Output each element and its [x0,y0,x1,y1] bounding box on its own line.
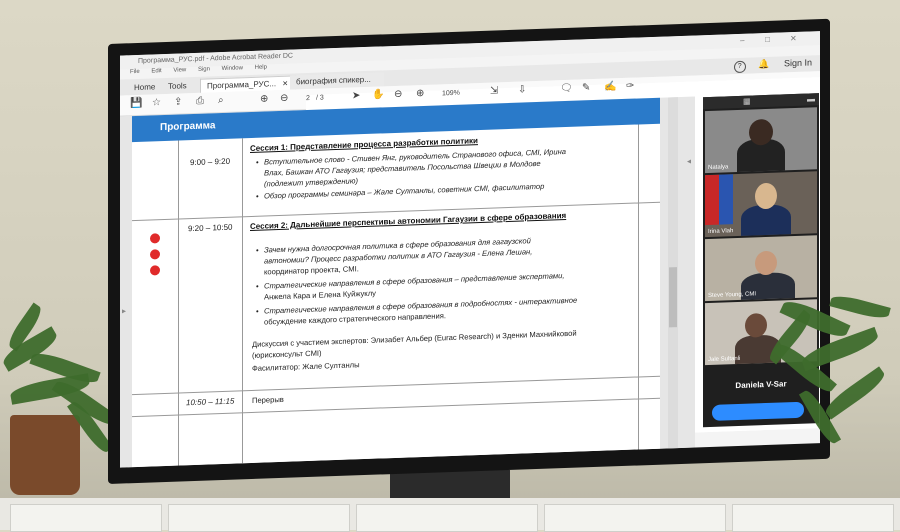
zoom-in-icon[interactable]: ⊕ [416,88,424,99]
table-line [178,140,179,466]
list-item-cont: координатор проекта, CMI. [264,264,359,277]
close-window-button[interactable]: ✕ [790,34,797,43]
tab-document-label: Программа_РУС... [207,79,277,91]
scrollbar-thumb[interactable] [669,267,677,328]
participant-name: Irina Vlah [708,228,734,236]
zoom-level[interactable]: 109% [442,90,460,98]
page-down-icon[interactable]: ⊖ [280,93,288,104]
session-1-time: 9:00 – 9:20 [190,156,231,168]
top-right-controls: ? 🔔 Sign In [733,57,812,74]
participant-name: Jale Sultanli [708,355,741,364]
discussion-line: Дискуссия с участием экспертов: Элизабет… [252,328,577,349]
red-dot-marker [150,233,160,244]
program-title: Программа [160,120,216,134]
comment-icon[interactable]: 🗨 [560,83,573,94]
search-icon[interactable]: ⌕ [218,95,224,106]
monitor: Программа_РУС.pdf - Adobe Acrobat Reader… [108,18,830,485]
minimize-panel-icon[interactable]: ▬ [807,94,815,103]
menu-view[interactable]: View [173,67,186,73]
tab-home[interactable]: Home [128,80,161,95]
scroll-mode-icon[interactable]: ⇩ [518,84,526,95]
maximize-button[interactable]: □ [765,35,770,44]
pdf-page: Программа 9:00 – 9:20 Сессия 1: Представ… [132,97,660,468]
table-line [132,375,660,396]
break-label: Перерыв [252,394,284,405]
page-up-icon[interactable]: ⊕ [260,93,268,104]
table-line [242,138,243,464]
sign-in-button[interactable]: Sign In [784,57,812,68]
participant-tile[interactable]: Natalya [705,107,817,174]
menu-sign[interactable]: Sign [198,66,210,72]
right-pane-toggle-icon[interactable]: ◂ [687,157,691,166]
red-dot-marker [150,249,160,260]
menu-help[interactable]: Help [255,64,267,70]
document-area: ▸ ◂ Программа 9:00 – 9:20 Сессия 1: Пред… [120,96,695,468]
participant-name: Natalya [708,164,729,172]
break-time: 10:50 – 11:15 [186,396,235,408]
vertical-scrollbar[interactable] [668,97,678,449]
left-pane-toggle-icon[interactable]: ▸ [122,306,126,315]
help-icon[interactable]: ? [733,60,746,74]
cabinet [0,498,900,532]
minimize-button[interactable]: – [740,36,744,45]
fill-sign-icon[interactable]: ✑ [626,81,634,92]
grid-view-icon[interactable]: ▦ [743,97,751,106]
print-icon[interactable]: ⎙ [196,96,204,107]
facilitator-line: Фасилитатор: Жале Султанлы [252,360,360,373]
select-cursor-icon[interactable]: ➤ [352,90,360,101]
upload-icon[interactable]: ⇪ [174,96,182,107]
highlight-icon[interactable]: ✎ [582,82,590,93]
zoom-out-icon[interactable]: ⊖ [394,89,402,100]
screen: Программа_РУС.pdf - Adobe Acrobat Reader… [120,31,820,468]
bell-icon[interactable]: 🔔 [758,59,769,69]
hand-tool-icon[interactable]: ✋ [372,89,384,100]
save-icon[interactable]: 💾 [130,98,142,109]
menu-file[interactable]: File [130,69,140,75]
menu-window[interactable]: Window [222,65,243,72]
fit-page-icon[interactable]: ⇲ [490,85,498,96]
discussion-line: (юрисконсульт CMI) [252,348,322,360]
plant-right [760,290,900,510]
tv-stand [390,470,510,500]
menu-edit[interactable]: Edit [151,68,161,74]
tab-close-icon[interactable]: ✕ [282,81,288,88]
session-2-time: 9:20 – 10:50 [188,222,233,234]
table-line [638,124,639,450]
draw-icon[interactable]: ✍ [604,81,616,92]
bookmark-star-icon[interactable]: ☆ [152,97,161,108]
window-title: Программа_РУС.pdf - Adobe Acrobat Reader… [138,52,293,65]
red-dot-marker [150,265,160,276]
list-item-cont: (подлежит утверждению) [264,176,358,189]
tab-tools[interactable]: Tools [162,79,193,94]
participant-tile[interactable]: Irina Vlah [705,171,817,238]
